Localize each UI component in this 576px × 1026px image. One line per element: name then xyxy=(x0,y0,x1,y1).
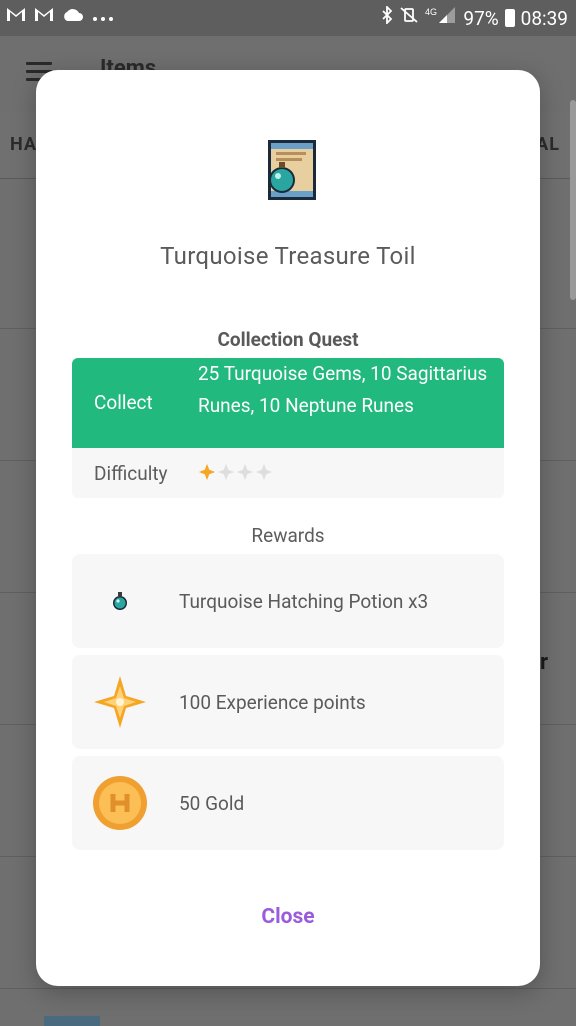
reward-item: Turquoise Hatching Potion x3 xyxy=(72,554,504,648)
reward-label: Turquoise Hatching Potion x3 xyxy=(179,590,429,613)
reward-item: 50 Gold xyxy=(72,756,504,850)
status-bar: 4G 97% 08:39 xyxy=(0,0,576,36)
star-empty-icon xyxy=(255,463,273,481)
battery-percent: 97% xyxy=(463,6,499,30)
collect-label: Collect xyxy=(94,391,153,414)
quest-title: Turquoise Treasure Toil xyxy=(160,242,416,270)
difficulty-label: Difficulty xyxy=(94,462,168,485)
collect-value: 25 Turquoise Gems, 10 Sagittarius Runes,… xyxy=(198,362,488,417)
gold-coin-icon xyxy=(92,775,148,831)
difficulty-block: Difficulty xyxy=(72,448,504,498)
4g-signal-icon: 4G xyxy=(425,6,457,30)
list-item-text: r xyxy=(539,650,548,675)
experience-star-icon xyxy=(92,674,148,730)
cloud-icon xyxy=(62,6,84,28)
close-button[interactable]: Close xyxy=(36,904,540,930)
vibrate-mute-icon xyxy=(399,6,419,30)
gmail-icon xyxy=(34,6,54,28)
more-dots-icon xyxy=(92,6,114,28)
list-item-thumbnail xyxy=(44,1016,100,1026)
clock: 08:39 xyxy=(520,6,568,30)
quest-type-heading: Collection Quest xyxy=(217,328,359,351)
collect-block: Collect 25 Turquoise Gems, 10 Sagittariu… xyxy=(72,358,504,448)
difficulty-stars xyxy=(198,462,273,482)
gmail-icon xyxy=(6,6,26,28)
reward-item: 100 Experience points xyxy=(72,655,504,749)
quest-dialog: Turquoise Treasure Toil Collection Quest… xyxy=(36,70,540,986)
bluetooth-icon xyxy=(381,4,393,30)
turquoise-hatching-potion-icon xyxy=(92,573,148,629)
star-empty-icon xyxy=(217,463,235,481)
reward-label: 50 Gold xyxy=(179,792,245,815)
reward-label: 100 Experience points xyxy=(179,691,366,714)
tab-left[interactable]: HA xyxy=(10,134,37,155)
scroll-with-turquoise-gem-icon xyxy=(258,136,322,206)
battery-icon xyxy=(504,9,515,27)
rewards-heading: Rewards xyxy=(251,524,325,547)
star-filled-icon xyxy=(198,463,216,481)
scrollbar[interactable] xyxy=(570,100,576,300)
svg-text:4G: 4G xyxy=(425,7,437,17)
star-empty-icon xyxy=(236,463,254,481)
